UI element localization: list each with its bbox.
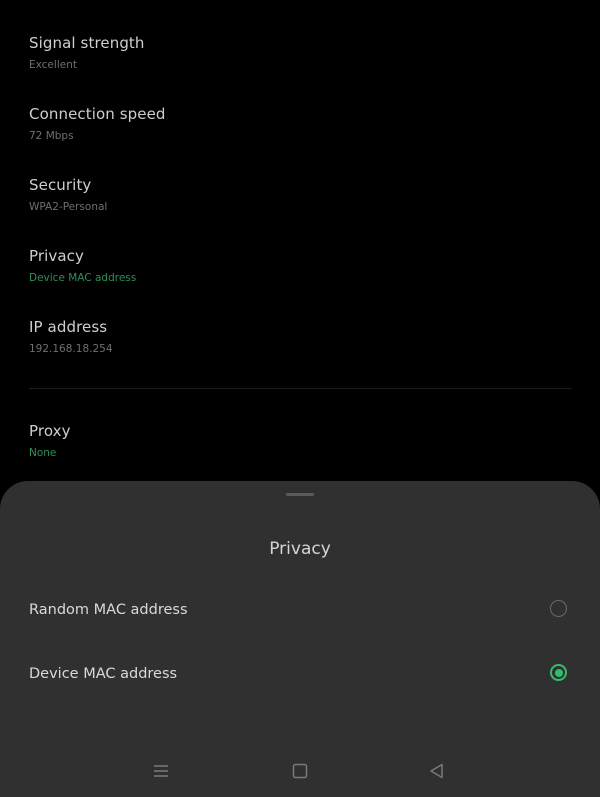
setting-title: IP address — [29, 318, 108, 336]
setting-value: None — [29, 447, 57, 459]
radio-unchecked-icon[interactable] — [550, 600, 567, 617]
menu-icon[interactable] — [150, 760, 172, 782]
option-label: Random MAC address — [29, 602, 188, 618]
option-device-mac[interactable]: Device MAC address — [0, 649, 600, 699]
setting-title: Signal strength — [29, 34, 145, 52]
section-divider — [29, 388, 572, 389]
setting-value: WPA2-Personal — [29, 201, 108, 213]
setting-title: Privacy — [29, 247, 85, 265]
setting-value: Excellent — [29, 59, 77, 71]
wifi-details-screen: Signal strength Excellent Connection spe… — [0, 0, 600, 797]
setting-proxy[interactable]: Proxy None — [29, 421, 569, 460]
setting-signal-strength: Signal strength Excellent — [29, 33, 569, 72]
sheet-drag-handle[interactable] — [286, 493, 314, 496]
option-label: Device MAC address — [29, 666, 178, 682]
setting-security: Security WPA2-Personal — [29, 175, 569, 214]
option-random-mac[interactable]: Random MAC address — [0, 585, 600, 635]
radio-checked-icon[interactable] — [550, 664, 567, 681]
setting-title: Security — [29, 176, 92, 194]
setting-title: Connection speed — [29, 105, 166, 123]
system-navigation-bar — [0, 745, 600, 797]
setting-connection-speed: Connection speed 72 Mbps — [29, 104, 569, 143]
setting-value: Device MAC address — [29, 272, 137, 284]
setting-privacy[interactable]: Privacy Device MAC address — [29, 246, 569, 285]
setting-title: Proxy — [29, 422, 71, 440]
setting-value: 72 Mbps — [29, 130, 74, 142]
setting-value: 192.168.18.254 — [29, 343, 113, 355]
sheet-title: Privacy — [269, 539, 331, 559]
back-icon[interactable] — [426, 760, 448, 782]
setting-ip-address: IP address 192.168.18.254 — [29, 317, 569, 356]
home-icon[interactable] — [289, 760, 311, 782]
